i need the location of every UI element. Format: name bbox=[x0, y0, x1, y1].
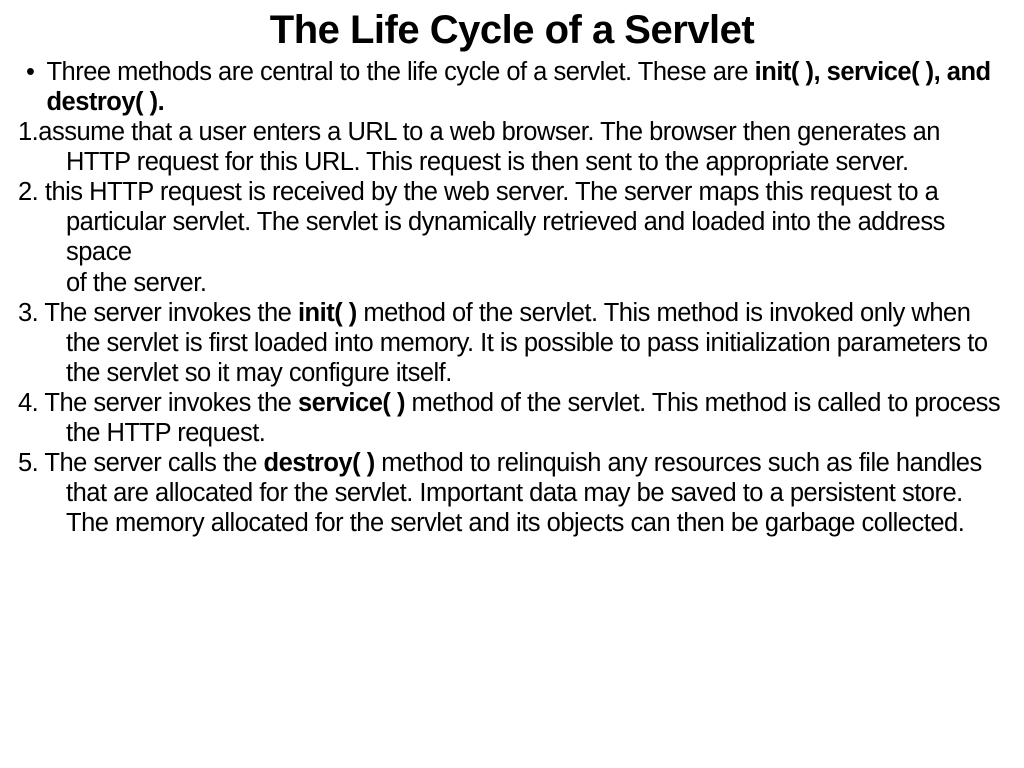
step-5-pre: The server calls the bbox=[38, 449, 263, 477]
step-4: 4. The server invokes the service( ) met… bbox=[66, 388, 1006, 448]
step-5: 5. The server calls the destroy( ) metho… bbox=[66, 448, 1006, 538]
slide-body: • Three methods are central to the life … bbox=[18, 57, 1006, 538]
step-2-num: 2. bbox=[18, 178, 38, 206]
bullet-text: Three methods are central to the life cy… bbox=[46, 57, 1006, 117]
step-3-bold: init( ) bbox=[298, 299, 357, 327]
step-5-num: 5. bbox=[18, 449, 38, 477]
step-1-num: 1. bbox=[18, 118, 38, 146]
step-5-bold: destroy( ) bbox=[264, 449, 375, 477]
step-2-sub: of the server. bbox=[18, 268, 1006, 298]
step-1-text: assume that a user enters a URL to a web… bbox=[38, 118, 940, 176]
step-4-pre: The server invokes the bbox=[38, 389, 298, 417]
bullet-marker: • bbox=[18, 57, 46, 117]
slide-title: The Life Cycle of a Servlet bbox=[18, 8, 1006, 53]
intro-pre: Three methods are central to the life cy… bbox=[46, 58, 754, 86]
step-3-num: 3. bbox=[18, 299, 38, 327]
step-3-pre: The server invokes the bbox=[38, 299, 298, 327]
step-3: 3. The server invokes the init( ) method… bbox=[66, 298, 1006, 388]
bullet-item-intro: • Three methods are central to the life … bbox=[18, 57, 1006, 117]
step-2-text: this HTTP request is received by the web… bbox=[38, 178, 945, 266]
step-4-bold: service( ) bbox=[298, 389, 405, 417]
step-2: 2. this HTTP request is received by the … bbox=[66, 177, 1006, 267]
step-1: 1.assume that a user enters a URL to a w… bbox=[66, 117, 1006, 177]
step-4-num: 4. bbox=[18, 389, 38, 417]
